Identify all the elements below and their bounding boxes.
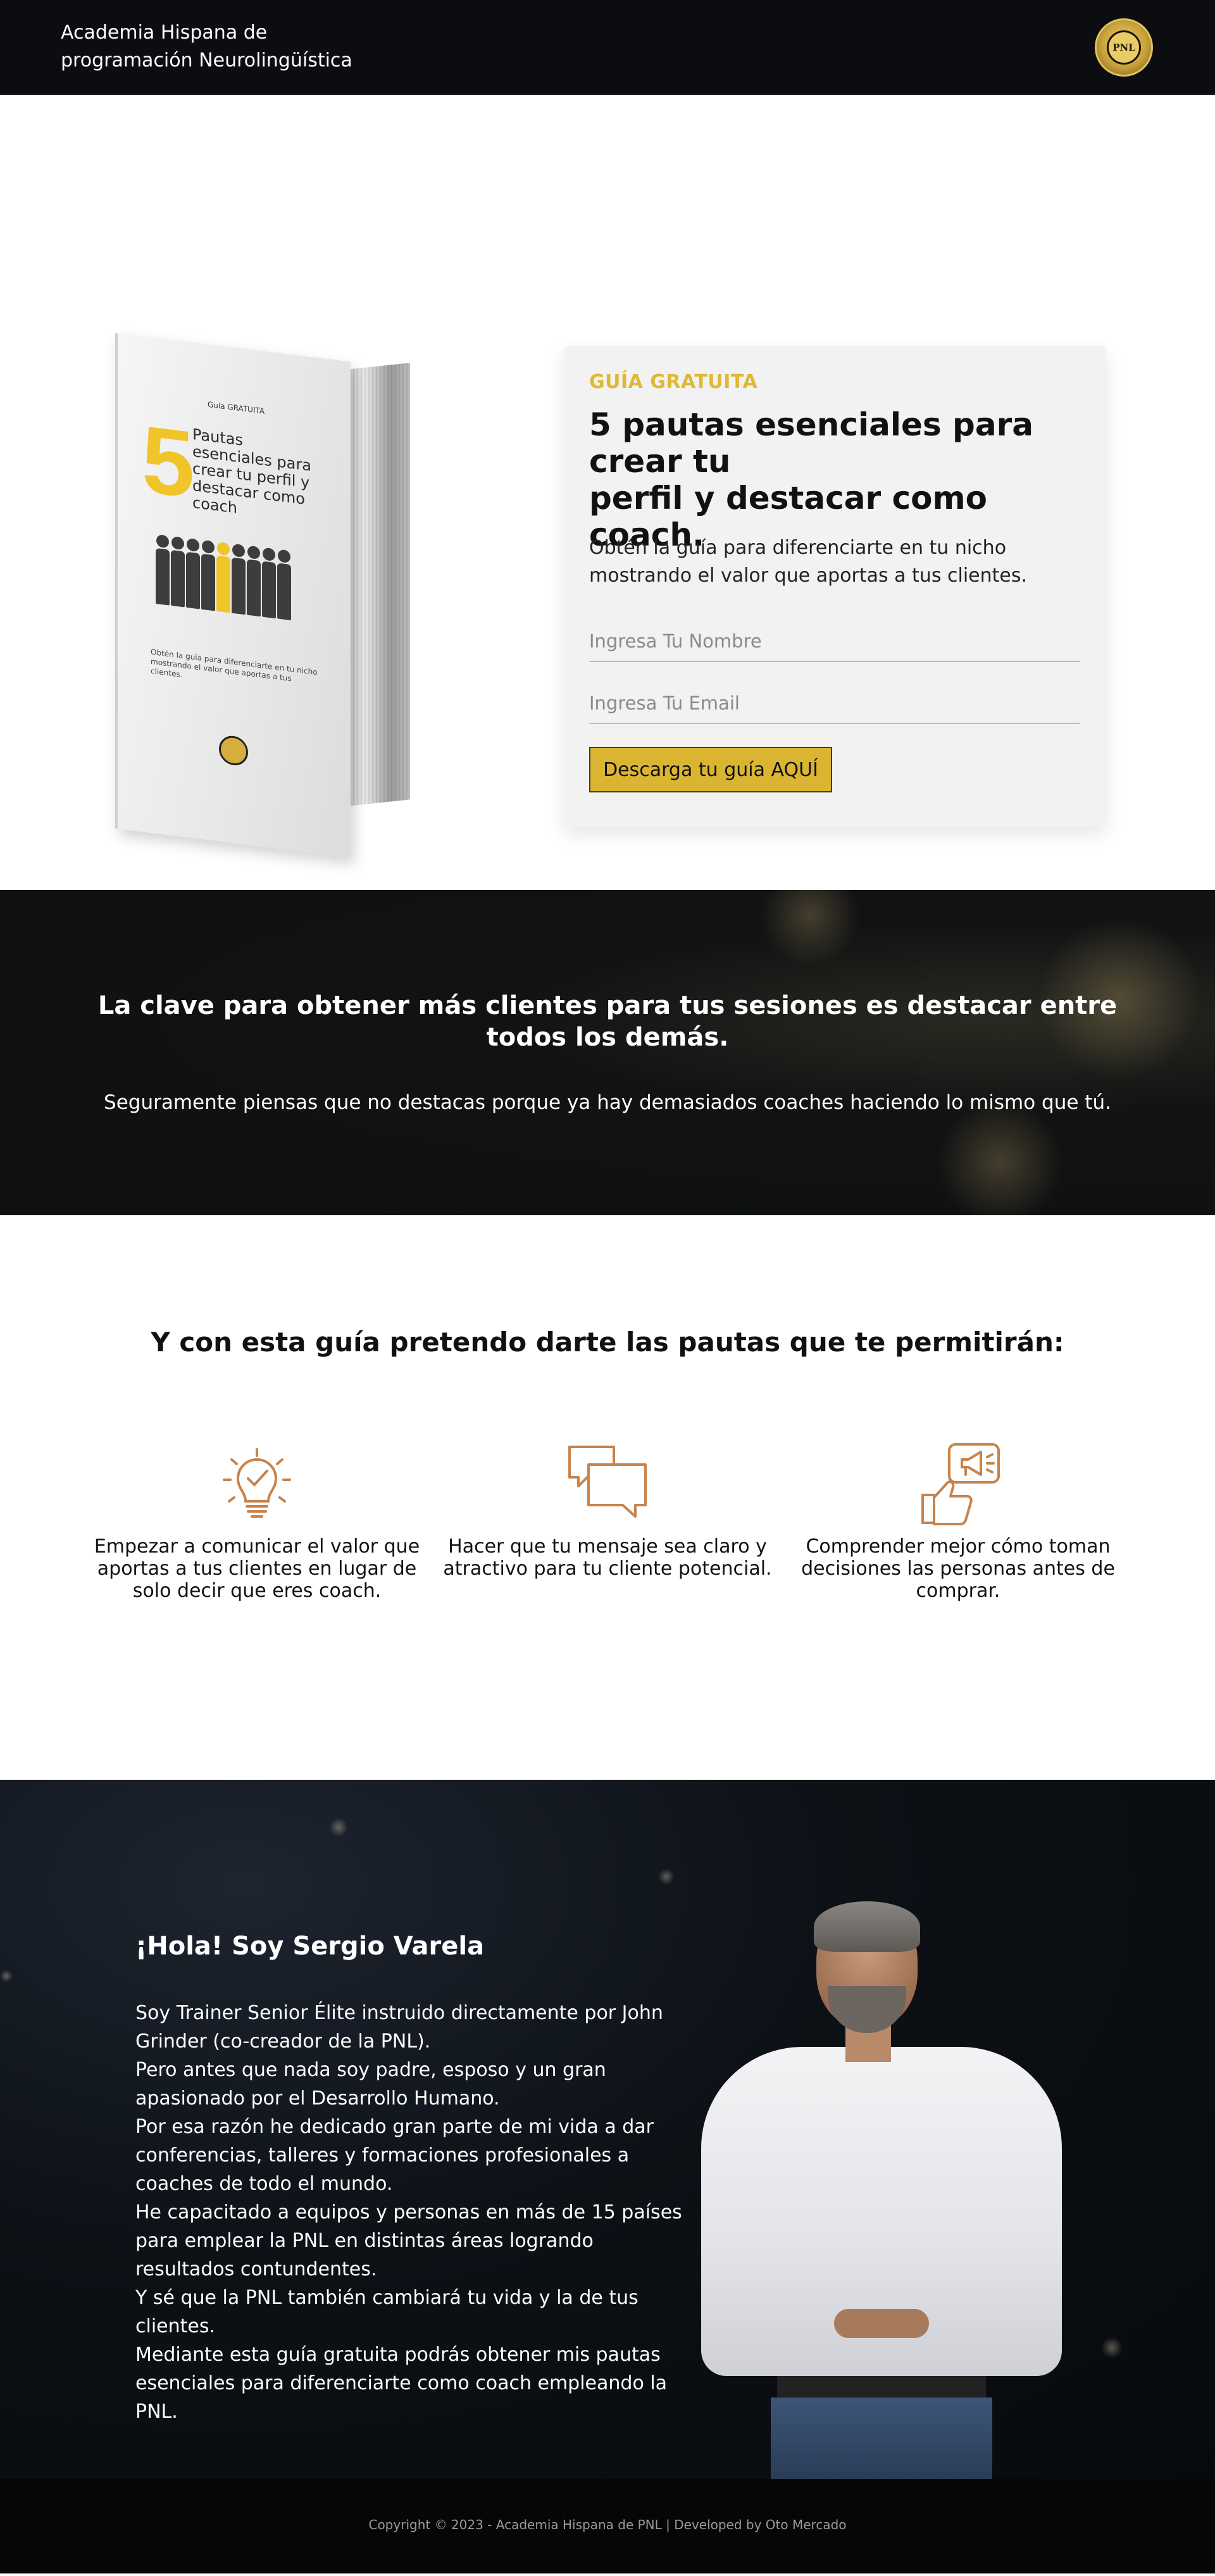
benefits-section: Y con esta guía pretendo darte las pauta… <box>0 1215 1215 1780</box>
card-kicker: GUÍA GRATUITA <box>589 371 758 393</box>
bokeh-light <box>937 1099 1063 1215</box>
benefit-text: Hacer que tu mensaje sea claro y atracti… <box>443 1535 772 1580</box>
sparkle-light <box>1101 2337 1123 2358</box>
sparkle-light <box>329 1818 348 1837</box>
signup-card: GUÍA GRATUITA 5 pautas esenciales para c… <box>564 346 1106 827</box>
sparkle-light <box>0 1970 13 1982</box>
bio-paragraph: Pero antes que nada soy padre, esposo y … <box>135 2059 606 2110</box>
card-title-line-1: 5 pautas esenciales para crear tu <box>589 406 1033 480</box>
bio-paragraph: Mediante esta guía gratuita podrás obten… <box>135 2344 668 2423</box>
download-guide-button[interactable]: Descarga tu guía AQUÍ <box>589 747 832 792</box>
thumbs-up-megaphone-icon <box>921 1443 1000 1525</box>
benefit-text: Comprender mejor cómo toman decisiones l… <box>801 1535 1115 1602</box>
people-illustration <box>156 534 291 621</box>
benefit-item: Empezar a comunicar el valor que aportas… <box>92 1441 421 1602</box>
benefit-text: Empezar a comunicar el valor que aportas… <box>94 1535 420 1602</box>
hero-section: Guía GRATUITA 5 Pautas esenciales para c… <box>0 95 1215 890</box>
bio-paragraph: Soy Trainer Senior Élite instruido direc… <box>135 2002 663 2053</box>
card-title: 5 pautas esenciales para crear tu perfil… <box>589 406 1083 553</box>
card-description: Obtén la guía para diferenciarte en tu n… <box>589 537 1028 587</box>
sparkle-light <box>658 1868 675 1885</box>
about-section: ¡Hola! Soy Sergio Varela Soy Trainer Sen… <box>0 1780 1215 2479</box>
benefits-heading: Y con esta guía pretendo darte las pauta… <box>151 1327 1064 1358</box>
pnl-logo[interactable]: PNL <box>1095 18 1153 77</box>
bio-paragraph: He capacitado a equipos y personas en má… <box>135 2201 682 2280</box>
email-input[interactable] <box>589 684 1080 724</box>
book-seal-icon <box>219 734 248 767</box>
benefit-item: Comprender mejor cómo toman decisiones l… <box>794 1441 1123 1602</box>
book-cover-label: Guía GRATUITA <box>208 399 265 416</box>
site-header: Academia Hispana de programación Neuroli… <box>0 0 1215 95</box>
name-input[interactable] <box>589 622 1080 662</box>
site-footer: Copyright © 2023 - Academia Hispana de P… <box>0 2479 1215 2573</box>
bokeh-light <box>759 890 861 966</box>
bio-paragraph: Por esa razón he dedicado gran parte de … <box>135 2116 654 2195</box>
guide-book-image: Guía GRATUITA 5 Pautas esenciales para c… <box>115 333 410 858</box>
brand-name[interactable]: Academia Hispana de programación Neuroli… <box>61 19 415 75</box>
book-spine <box>346 363 410 806</box>
book-cover-number: 5 <box>142 405 195 518</box>
benefit-item: Hacer que tu mensaje sea claro y atracti… <box>443 1441 772 1580</box>
book-cover: Guía GRATUITA 5 Pautas esenciales para c… <box>115 333 351 858</box>
about-heading: ¡Hola! Soy Sergio Varela <box>135 1932 485 1961</box>
key-message-heading: La clave para obtener más clientes para … <box>97 991 1118 1052</box>
book-cover-description: Obtén la guía para diferenciarte en tu n… <box>151 647 318 684</box>
logo-text: PNL <box>1107 30 1141 65</box>
lightbulb-icon <box>223 1448 291 1518</box>
trainer-photo <box>701 1901 1062 2479</box>
brand-line-2: programación Neurolingüística <box>61 49 352 72</box>
book-cover-title: Pautas esenciales para crear tu perfil y… <box>192 425 311 517</box>
key-message-subtext: Seguramente piensas que no destacas porq… <box>104 1091 1111 1114</box>
bio-paragraph: Y sé que la PNL también cambiará tu vida… <box>135 2287 639 2337</box>
copyright-text: Copyright © 2023 - Academia Hispana de P… <box>368 2517 847 2532</box>
brand-line-1: Academia Hispana de <box>61 22 268 44</box>
about-bio: Soy Trainer Senior Élite instruido direc… <box>135 1999 686 2426</box>
key-message-section: La clave para obtener más clientes para … <box>0 890 1215 1215</box>
chat-bubbles-icon <box>568 1446 647 1518</box>
